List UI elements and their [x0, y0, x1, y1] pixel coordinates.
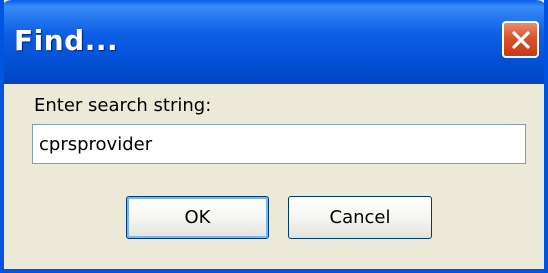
search-string-input[interactable]: [32, 124, 526, 164]
close-icon: [510, 29, 532, 51]
dialog-title: Find...: [14, 24, 119, 57]
find-dialog: Find... Enter search string: OK Cancel: [0, 0, 548, 273]
dialog-body: Enter search string: OK Cancel: [4, 84, 544, 269]
cancel-button[interactable]: Cancel: [288, 196, 432, 239]
title-bar[interactable]: Find...: [4, 0, 544, 84]
close-button[interactable]: [502, 21, 539, 58]
search-string-label: Enter search string:: [34, 95, 212, 116]
ok-button[interactable]: OK: [126, 196, 269, 239]
